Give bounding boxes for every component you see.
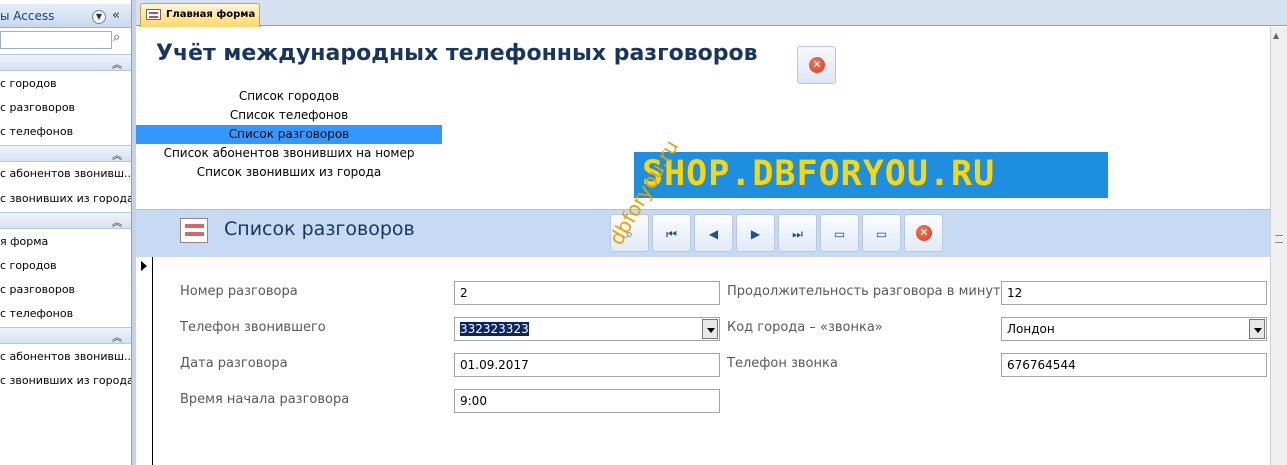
- nav-item[interactable]: с телефонов: [0, 307, 73, 320]
- nav-item[interactable]: с абонентов звонивш...: [0, 167, 131, 180]
- watermark-banner: SHOP.DBFORYOU.RU: [634, 152, 1108, 198]
- call-date-field[interactable]: 01.09.2017: [454, 353, 720, 377]
- city-code-combobox[interactable]: Лондон: [1001, 317, 1267, 341]
- previous-icon: ◀: [708, 227, 719, 241]
- listbox-item[interactable]: Список телефонов: [136, 106, 442, 125]
- nav-group-header[interactable]: ︽: [0, 327, 131, 344]
- nav-item[interactable]: с городов: [0, 77, 57, 90]
- first-record-icon: ⏮: [666, 227, 677, 241]
- call-number-field[interactable]: 2: [454, 281, 720, 305]
- close-subform-button[interactable]: ✕: [904, 214, 943, 252]
- delete-record-icon: ▭: [875, 227, 888, 241]
- listbox-item[interactable]: Список абонентов звонивших на номер: [136, 144, 442, 163]
- collapse-chevron-icon[interactable]: ︽: [112, 147, 122, 162]
- nav-group-header[interactable]: ︽: [0, 212, 131, 229]
- scroll-up-icon[interactable]: ▲: [1273, 31, 1279, 40]
- access-window: ы Access ▼ « ⌕ ︽ с городов с разговоров …: [0, 0, 1287, 465]
- listbox-item[interactable]: Список звонивших из города: [136, 163, 442, 182]
- new-record-icon: ▭: [833, 227, 846, 241]
- nav-item[interactable]: с абонентов звонивш...: [0, 350, 131, 363]
- tab-label: Главная форма: [166, 9, 256, 20]
- collapse-chevron-icon[interactable]: ︽: [112, 56, 122, 71]
- current-record-arrow-icon: [141, 261, 147, 271]
- document-tab-bar: Главная форма: [136, 0, 1287, 27]
- first-record-button[interactable]: ⏮: [652, 214, 691, 252]
- caller-phone-label: Телефон звонившего: [180, 320, 326, 335]
- dropdown-arrow-icon[interactable]: [702, 319, 718, 339]
- nav-item[interactable]: с разговоров: [0, 283, 75, 296]
- collapse-chevron-icon[interactable]: ︽: [112, 214, 122, 229]
- close-icon: ✕: [916, 225, 932, 241]
- start-time-label: Время начала разговора: [180, 392, 350, 407]
- previous-record-button[interactable]: ◀: [694, 214, 733, 252]
- scrollbar-grip[interactable]: [1275, 235, 1283, 243]
- watermark-text: SHOP.DBFORYOU.RU: [642, 154, 996, 194]
- nav-item[interactable]: я форма: [0, 235, 48, 248]
- nav-item[interactable]: с разговоров: [0, 101, 75, 114]
- start-time-field[interactable]: 9:00: [454, 389, 720, 413]
- nav-group-header[interactable]: ︽: [0, 54, 131, 71]
- last-record-icon: ⏭: [792, 227, 803, 241]
- close-form-button[interactable]: ✕: [797, 46, 836, 84]
- close-icon: ✕: [809, 57, 825, 73]
- nav-menu-chevron-icon[interactable]: ▼: [92, 10, 106, 24]
- nav-title: ы Access: [0, 9, 55, 23]
- search-icon[interactable]: ⌕: [113, 30, 120, 45]
- caller-phone-value: 332323323: [460, 322, 529, 336]
- dropdown-arrow-icon[interactable]: [1249, 319, 1265, 339]
- call-phone-field[interactable]: 676764544: [1001, 353, 1267, 377]
- listbox-item-selected[interactable]: Список разговоров: [136, 125, 442, 144]
- duration-label: Продолжительность разговора в минута:: [727, 284, 1013, 299]
- next-icon: ▶: [750, 227, 761, 241]
- nav-item[interactable]: с звонивших из города: [0, 192, 131, 205]
- call-phone-label: Телефон звонка: [727, 356, 838, 371]
- caller-phone-combobox[interactable]: 332323323: [454, 317, 720, 341]
- vertical-scrollbar[interactable]: ▲: [1270, 27, 1287, 465]
- navigation-pane: ы Access ▼ « ⌕ ︽ с городов с разговоров …: [0, 0, 132, 465]
- tab-main-form[interactable]: Главная форма: [140, 3, 260, 27]
- subform-header: Список разговоров ⌕ ⏮ ◀ ▶ ⏭ ▭ ▭ ✕: [136, 209, 1270, 257]
- form-icon: [180, 218, 208, 243]
- report-listbox[interactable]: Список городов Список телефонов Список р…: [136, 87, 442, 187]
- next-record-button[interactable]: ▶: [736, 214, 775, 252]
- city-code-value: Лондон: [1007, 322, 1055, 336]
- duration-field[interactable]: 12: [1001, 281, 1267, 305]
- call-date-label: Дата разговора: [180, 356, 288, 371]
- delete-record-button[interactable]: ▭: [862, 214, 901, 252]
- collapse-chevron-icon[interactable]: ︽: [112, 329, 122, 344]
- subform-title: Список разговоров: [224, 218, 415, 240]
- nav-item[interactable]: с городов: [0, 259, 57, 272]
- new-record-button[interactable]: ▭: [820, 214, 859, 252]
- nav-search-input[interactable]: [0, 31, 112, 49]
- record-selector[interactable]: [136, 257, 153, 465]
- nav-group-header[interactable]: ︽: [0, 145, 131, 162]
- nav-collapse-icon[interactable]: «: [112, 8, 120, 23]
- form-title: Учёт международных телефонных разговоров: [156, 41, 758, 66]
- last-record-button[interactable]: ⏭: [778, 214, 817, 252]
- form-icon: [146, 9, 161, 20]
- listbox-item[interactable]: Список городов: [136, 87, 442, 106]
- call-number-label: Номер разговора: [180, 284, 298, 299]
- nav-header: ы Access ▼ «: [0, 4, 131, 28]
- main-form: Учёт международных телефонных разговоров…: [136, 27, 1270, 465]
- nav-item[interactable]: с телефонов: [0, 125, 73, 138]
- nav-item[interactable]: с звонивших из города: [0, 374, 131, 387]
- city-code-label: Код города – «звонка»: [727, 320, 883, 335]
